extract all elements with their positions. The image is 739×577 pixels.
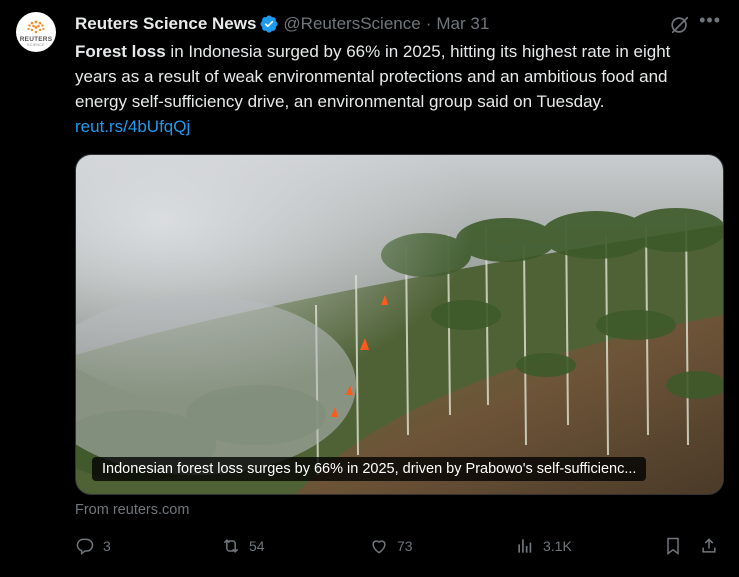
tweet-text: Forest loss in Indonesia surged by 66% i… [75,39,705,139]
link-card-image[interactable]: Indonesian forest loss surges by 66% in … [75,154,724,495]
tweet-link[interactable]: reut.rs/4bUfqQj [75,117,190,136]
bookmark-icon [667,537,679,555]
more-icon[interactable]: ••• [699,10,721,31]
forest-fire-photo [76,155,723,494]
reply-icon [76,538,94,555]
avatar-sub: SCIENCE [27,43,45,47]
views-button[interactable]: 3.1K [515,536,572,556]
views-icon [518,539,532,553]
reply-button[interactable]: 3 [75,536,111,556]
avatar[interactable]: REUTERS SCIENCE [16,12,56,52]
like-icon [372,540,386,554]
repost-icon [223,539,239,553]
tweet-header: Reuters Science News @ReutersScience · M… [75,12,719,36]
bookmark-button[interactable] [663,536,683,556]
tweet-date[interactable]: Mar 31 [436,14,489,34]
grok-icon[interactable] [669,14,691,36]
reuters-logo [27,20,45,34]
like-count: 73 [397,538,413,554]
share-button[interactable] [699,536,719,556]
action-bar: 3 54 73 3.1K [75,536,725,560]
card-source[interactable]: From reuters.com [75,502,189,518]
repost-count: 54 [249,538,265,554]
author-name[interactable]: Reuters Science News [75,14,256,34]
repost-button[interactable]: 54 [221,536,265,556]
card-caption: Indonesian forest loss surges by 66% in … [92,457,647,481]
author-handle[interactable]: @ReutersScience [283,14,420,34]
verified-badge-icon [260,15,278,33]
like-button[interactable]: 73 [369,536,413,556]
separator-dot: · [425,14,432,33]
share-icon [702,538,716,553]
tweet-bold-text: Forest loss [75,42,166,61]
reply-count: 3 [103,538,111,554]
avatar-brand: REUTERS [19,36,53,43]
view-count: 3.1K [543,538,572,554]
